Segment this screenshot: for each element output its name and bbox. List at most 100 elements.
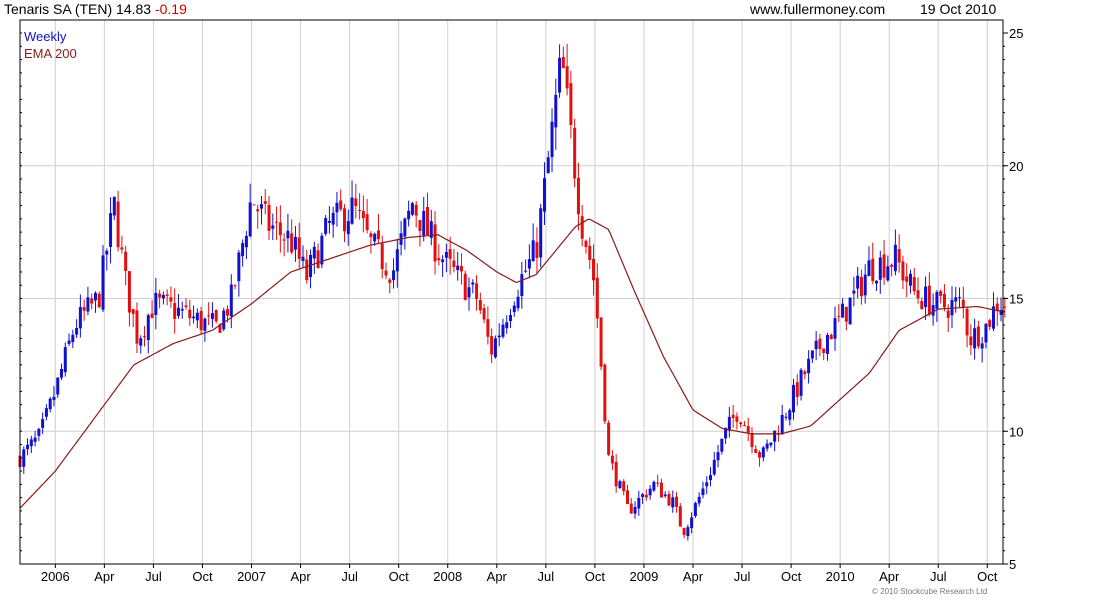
candle-up	[980, 343, 984, 349]
candle-up	[784, 416, 788, 418]
candle-up	[497, 335, 501, 338]
x-tick-label: Jul	[734, 569, 751, 584]
candle-down	[233, 285, 237, 287]
y-tick-label: 15	[1009, 292, 1023, 307]
legend-weekly: Weekly	[24, 29, 67, 44]
candle-down	[365, 214, 369, 231]
candle-up	[509, 314, 513, 322]
candle-down	[829, 334, 833, 340]
candle-down	[803, 371, 807, 375]
candle-down	[746, 426, 750, 433]
candle-up	[954, 297, 958, 302]
candle-down	[418, 220, 422, 232]
candle-down	[942, 293, 946, 308]
candle-down	[354, 198, 358, 207]
candle-up	[875, 280, 879, 284]
candle-up	[410, 203, 414, 215]
candle-up	[41, 419, 45, 428]
candle-up	[109, 213, 113, 247]
candle-up	[558, 57, 562, 93]
candle-up	[286, 230, 290, 239]
x-tick-label: Oct	[389, 569, 410, 584]
candle-up	[935, 292, 939, 309]
candle-down	[478, 300, 482, 311]
candle-up	[931, 305, 935, 316]
candle-down	[644, 494, 648, 498]
candle-down	[475, 283, 479, 300]
candle-up	[139, 338, 143, 346]
candle-down	[486, 319, 490, 337]
candle-down	[339, 200, 343, 210]
candle-up	[71, 334, 75, 343]
candle-up	[112, 196, 116, 216]
candle-up	[441, 259, 445, 263]
candle-up	[248, 202, 252, 237]
candle-up	[22, 449, 26, 467]
x-axis: 2006 Apr Jul Oct 2007 Apr Jul Oct 2008 Apr Jul Oct 2…	[41, 564, 998, 584]
x-tick-label: Apr	[683, 569, 704, 584]
candle-up	[26, 444, 30, 450]
candle-up	[395, 249, 399, 272]
candle-up	[324, 218, 328, 234]
candle-down	[90, 298, 94, 304]
candle-up	[37, 428, 41, 436]
candle-down	[1003, 306, 1007, 308]
candle-down	[267, 204, 271, 231]
x-tick-label: 2006	[41, 569, 70, 584]
candle-down	[158, 293, 162, 298]
candle-up	[301, 256, 305, 261]
x-tick-label: Apr	[487, 569, 508, 584]
candle-up	[524, 270, 528, 272]
candle-down	[131, 309, 135, 314]
candle-down	[214, 309, 218, 322]
candle-down	[127, 271, 131, 313]
candle-down	[735, 416, 739, 422]
candle-down	[165, 294, 169, 296]
candle-up	[48, 398, 52, 410]
candle-down	[482, 308, 486, 320]
candle-up	[825, 335, 829, 354]
candle-down	[437, 258, 441, 261]
candle-up	[93, 292, 97, 301]
candle-up	[101, 255, 105, 310]
candle-up	[788, 410, 792, 420]
candle-down	[576, 177, 580, 215]
candle-down	[384, 270, 388, 276]
candle-down	[199, 311, 203, 331]
candle-up	[176, 307, 180, 316]
candle-up	[259, 204, 263, 209]
y-tick-label: 20	[1009, 159, 1023, 174]
candle-up	[146, 315, 150, 341]
price-chart: 5 10 15 20 25 2006 Apr Jul Oct 2007 Apr Jul Oct 2008…	[18, 19, 1023, 584]
copyright-note: © 2010 Stockcube Research Ltd	[872, 587, 988, 596]
candle-down	[588, 245, 592, 260]
candle-up	[761, 447, 765, 458]
candle-up	[29, 439, 33, 447]
candle-down	[625, 490, 629, 505]
candle-down	[143, 336, 147, 338]
candle-up	[335, 202, 339, 213]
candle-down	[252, 204, 256, 206]
candle-up	[810, 350, 814, 359]
candle-down	[376, 230, 380, 240]
candle-down	[188, 309, 192, 319]
candle-down	[297, 237, 301, 259]
candle-down	[361, 211, 365, 219]
candle-down	[901, 261, 905, 281]
candle-up	[192, 316, 196, 319]
candle-up	[210, 313, 214, 320]
candle-up	[271, 225, 275, 229]
candle-down	[463, 273, 467, 301]
candle-up	[501, 324, 505, 337]
candle-down	[565, 66, 569, 89]
candle-up	[527, 259, 531, 269]
candle-up	[195, 312, 199, 321]
x-tick-label: Jul	[341, 569, 358, 584]
candle-up	[331, 212, 335, 225]
candle-down	[452, 260, 456, 268]
candle-up	[180, 308, 184, 311]
candle-up	[105, 250, 109, 255]
candle-down	[316, 250, 320, 269]
candle-up	[75, 327, 79, 335]
candle-up	[554, 94, 558, 128]
